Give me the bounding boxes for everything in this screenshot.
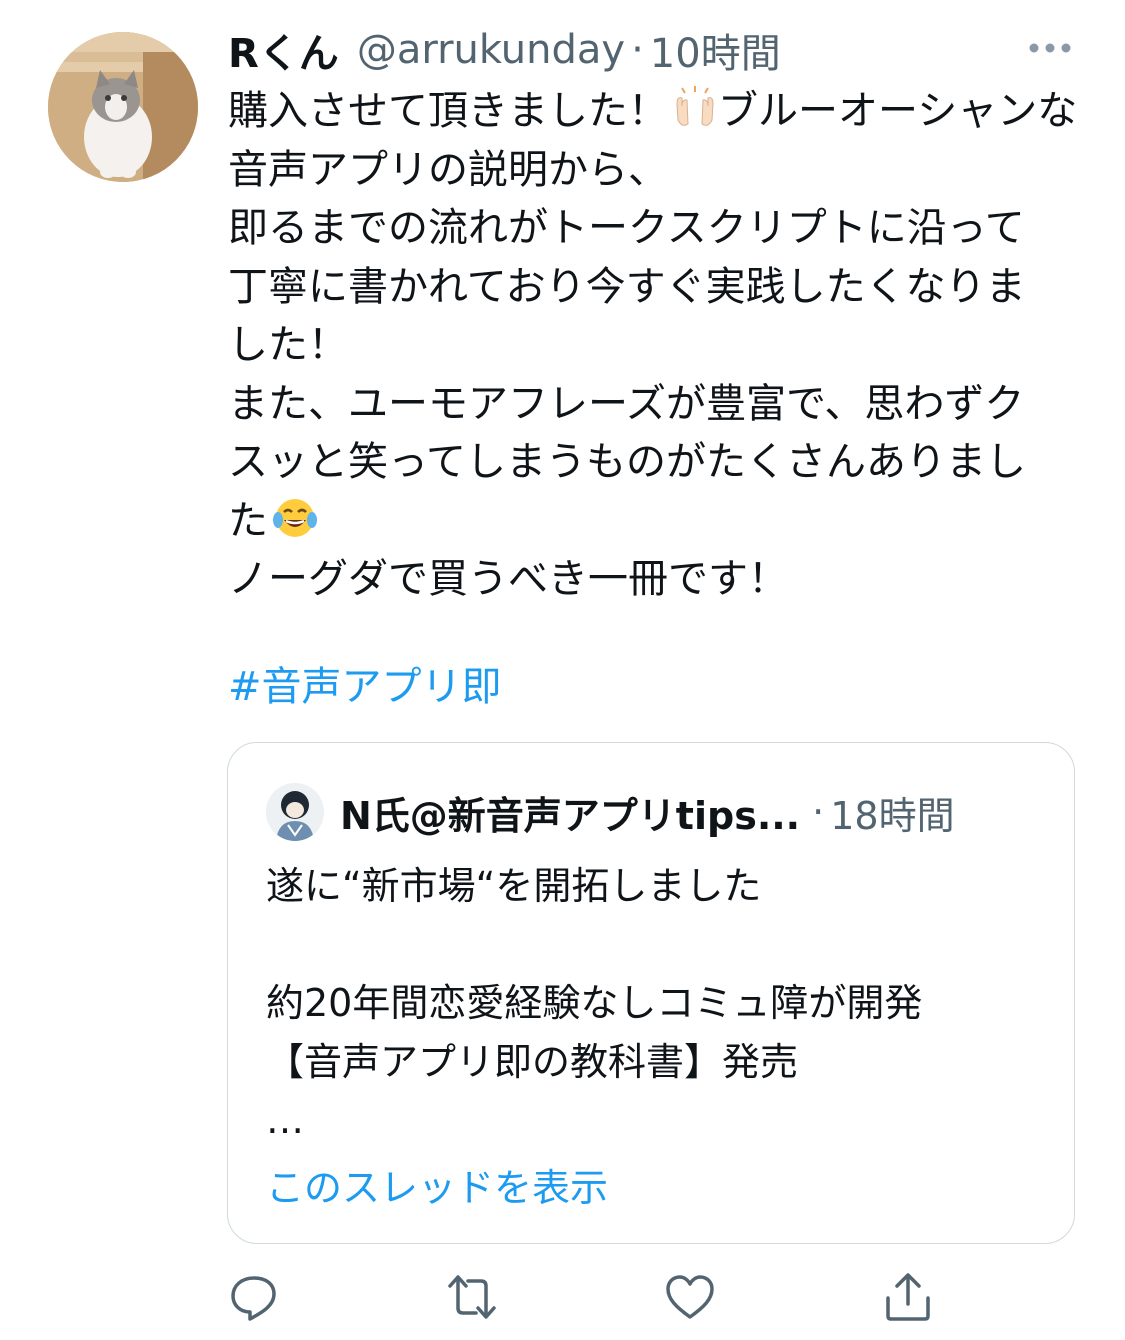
tweet[interactable]: Rくん @arrukunday · 10時間 購入させて頂きました！ ブルーオー… (0, 0, 1125, 1340)
tweet-text-last: ノーグダで買うべき一冊です！ (228, 556, 788, 602)
retweet-icon[interactable] (446, 1272, 498, 1322)
cat-avatar-icon[interactable] (48, 32, 198, 182)
tweet-header: Rくん @arrukunday · 10時間 (228, 20, 781, 80)
reply-icon[interactable] (228, 1272, 280, 1322)
quoted-display-name[interactable]: N氏@新音声アプリtips... (340, 785, 800, 840)
display-name[interactable]: Rくん (228, 21, 339, 79)
quoted-tweet[interactable]: N氏@新音声アプリtips... · 18時間 遂に“新市場“を開拓しました 約… (227, 742, 1075, 1244)
separator-dot: · (631, 27, 644, 73)
illustrated-person-avatar-icon[interactable] (266, 783, 324, 841)
quoted-timestamp[interactable]: 18時間 (830, 785, 954, 840)
face-with-tears-of-joy-emoji-icon (272, 494, 318, 540)
raising-hands-emoji-icon (672, 84, 718, 130)
tweet-text: 購入させて頂きました！ ブルーオーシャンな音声アプリの説明から、 即るまでの流れ… (228, 82, 1088, 609)
tweet-text-line-1: 購入させて頂きました！ (228, 88, 668, 134)
timestamp[interactable]: 10時間 (650, 21, 781, 79)
user-handle[interactable]: @arrukunday (357, 27, 625, 73)
tweet-actions (0, 1272, 1125, 1322)
hashtag-link[interactable]: #音声アプリ即 (228, 658, 502, 716)
quoted-separator-dot: · (812, 790, 825, 834)
quoted-tweet-text: 遂に“新市場“を開拓しました 約20年間恋愛経験なしコミュ障が開発 【音声アプリ… (266, 864, 923, 1142)
share-icon[interactable] (882, 1272, 934, 1322)
show-thread-link[interactable]: このスレッドを表示 (266, 1159, 608, 1217)
tweet-text-body: ブルーオーシャンな音声アプリの説明から、 即るまでの流れがトークスクリプトに沿っ… (228, 88, 1078, 544)
more-horizontal-icon[interactable] (1026, 38, 1074, 58)
like-icon[interactable] (664, 1272, 716, 1322)
quoted-tweet-header: N氏@新音声アプリtips... · 18時間 (340, 783, 955, 841)
